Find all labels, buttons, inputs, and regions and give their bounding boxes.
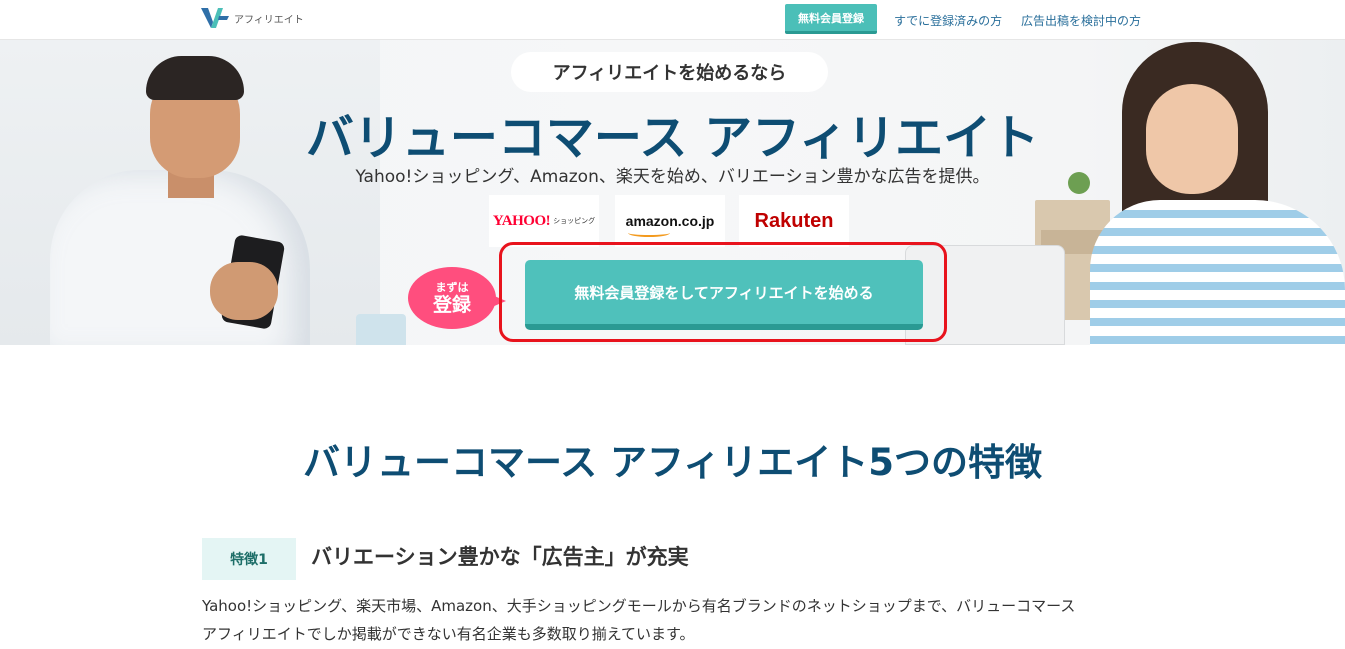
features-section-title: バリューコマース アフィリエイト5つの特徴 — [302, 441, 1043, 484]
logo-mark-icon — [201, 8, 229, 28]
amazon-smile-icon — [627, 229, 670, 237]
hero-pill-label: アフィリエイトを始めるなら — [511, 52, 828, 92]
amazon-logo: amazon.co.jp — [615, 195, 725, 247]
advertiser-link[interactable]: 広告出稿を検討中の方 — [1021, 12, 1141, 29]
cup-image — [356, 314, 406, 345]
free-register-cta-button[interactable]: 無料会員登録をしてアフィリエイトを始める — [525, 260, 923, 330]
site-header: アフィリエイト 無料会員登録 すでに登録済みの方 広告出稿を検討中の方 — [0, 0, 1345, 40]
rakuten-logo-word: Rakuten — [754, 209, 834, 232]
hero-title: バリューコマース アフィリエイト — [305, 110, 1040, 166]
yahoo-logo-word: YAHOO! — [492, 212, 551, 229]
hero-banner: アフィリエイトを始めるなら バリューコマース アフィリエイト Yahoo!ショッ… — [0, 40, 1345, 345]
valuecommerce-logo[interactable]: アフィリエイト — [201, 7, 304, 29]
yahoo-logo-sub: ショッピング — [553, 217, 596, 225]
woman-at-laptop-image — [1060, 40, 1345, 345]
feature-description-line-2: アフィリエイトでしか掲載ができない有名企業も多数取り揃えています。 — [202, 625, 695, 643]
yahoo-shopping-logo: YAHOO! ショッピング — [489, 195, 599, 247]
feature-description-line-1: Yahoo!ショッピング、楽天市場、Amazon、大手ショッピングモールから有名… — [202, 597, 1076, 615]
rakuten-logo: Rakuten — [739, 195, 849, 247]
amazon-logo-word: amazon.co.jp — [626, 213, 714, 237]
hero-subtitle: Yahoo!ショッピング、Amazon、楽天を始め、バリエーション豊かな広告を提… — [355, 167, 990, 187]
man-with-phone-image — [50, 40, 310, 345]
first-register-badge: まずは 登録 — [408, 267, 506, 329]
badge-top-text: まずは — [435, 280, 469, 294]
logo-text: アフィリエイト — [234, 14, 304, 26]
feature-tag: 特徴1 — [202, 538, 296, 580]
header-register-button[interactable]: 無料会員登録 — [785, 4, 877, 34]
feature-description: Yahoo!ショッピング、楽天市場、Amazon、大手ショッピングモールから有名… — [202, 592, 1152, 648]
login-link[interactable]: すでに登録済みの方 — [894, 12, 1002, 29]
badge-bottom-text: 登録 — [432, 293, 471, 316]
feature-heading: バリエーション豊かな「広告主」が充実 — [311, 545, 689, 569]
